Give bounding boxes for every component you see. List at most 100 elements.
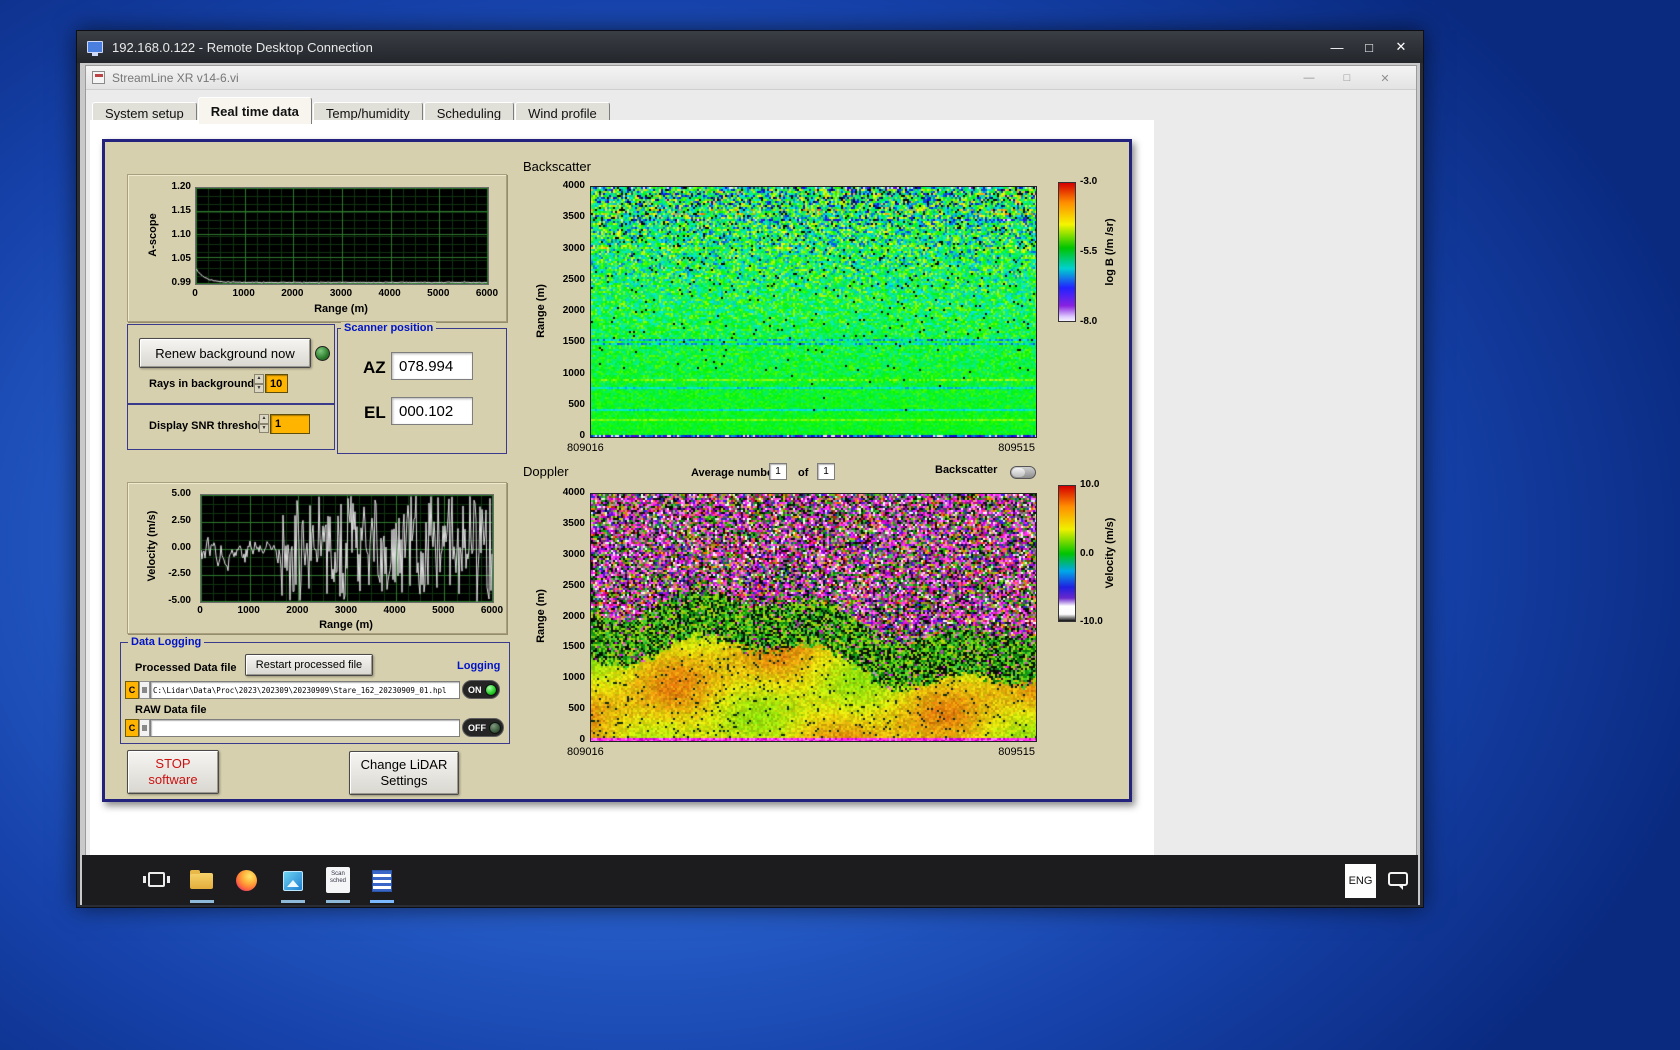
tick-label: -8.0 [1080,316,1098,327]
velocity-plot [200,494,494,603]
language-indicator[interactable]: ENG [1345,864,1376,898]
tick-label: -10.0 [1080,616,1103,627]
rays-spinner[interactable]: ▲ ▼ [254,374,264,393]
backscatter-title: Backscatter [523,159,591,174]
file-explorer-icon[interactable] [190,870,213,889]
tick-label: 1.20 [171,181,191,192]
tick-label: -5.5 [1080,246,1098,257]
firefox-icon[interactable] [236,870,257,891]
processed-browse-icon[interactable] [139,681,150,699]
rdp-titlebar[interactable]: 192.168.0.122 - Remote Desktop Connectio… [77,31,1423,63]
tick-label: 1000 [562,672,585,684]
app-titlebar[interactable]: StreamLine XR v14-6.vi ― □ ✕ [86,66,1416,90]
data-logging-title: Data Logging [128,636,205,648]
tick-label: 2500 [562,273,585,285]
rays-in-background-label: Rays in background [149,378,255,390]
tick-label: 0 [579,430,585,441]
raw-browse-icon[interactable] [139,719,150,737]
tick-label: 1500 [562,336,585,348]
tick-label: 2000 [286,605,309,616]
renew-background-button[interactable]: Renew background now [139,338,311,368]
backscatter-x-end: 809515 [998,442,1035,454]
rays-value-field[interactable]: 10 [265,374,288,393]
raw-logging-toggle[interactable]: OFF [462,718,504,737]
el-label: EL [364,403,386,422]
app-window-icon[interactable] [283,871,303,891]
backscatter-display-switch[interactable] [1010,466,1036,479]
taskbar: Scan sched ENG [82,855,1418,905]
raw-drive-button[interactable]: C [125,719,139,737]
ascope-plot [195,187,489,285]
remote-desktop-icon [87,41,103,56]
scan-scheduler-icon[interactable]: Scan sched [326,867,350,893]
doppler-y-axis-label: Range (m) [535,589,547,643]
doppler-heatmap [590,493,1037,742]
tick-label: 4000 [562,180,585,191]
tick-label: 10.0 [1080,479,1100,490]
rdp-maximize-button[interactable]: □ [1353,36,1385,58]
tick-label: 500 [568,398,585,410]
backscatter-x-start: 809016 [567,442,604,454]
app-minimize-button[interactable]: ― [1290,68,1328,88]
task-view-icon[interactable] [143,872,170,887]
tick-label: 5.00 [171,488,191,499]
az-label: AZ [363,358,386,377]
tick-label: 2.50 [171,514,191,526]
raw-data-file-label: RAW Data file [135,704,207,716]
rdp-minimize-button[interactable]: ― [1321,36,1353,58]
snr-spinner[interactable]: ▲ ▼ [259,414,269,433]
average-number-label: Average number [691,467,778,479]
change-lidar-settings-button[interactable]: Change LiDAR Settings [349,751,459,795]
tick-label: 1000 [237,605,260,616]
backscatter-heatmap [590,186,1037,438]
raw-path-field[interactable] [150,719,460,737]
processed-logging-led [484,683,497,696]
scanner-position-title: Scanner position [341,322,437,334]
snr-value-field[interactable]: 1 [270,414,310,434]
app-restore-button[interactable]: □ [1328,68,1366,88]
tick-label: 1.15 [171,205,191,216]
document-app-open-indicator [370,900,394,903]
tick-label: 0 [197,605,203,616]
tick-label: 6000 [475,288,499,299]
tick-label: 2000 [562,610,585,622]
tick-label: 0 [192,288,198,299]
az-value-field[interactable]: 078.994 [391,352,473,380]
document-app-icon[interactable] [372,870,392,892]
rdp-close-button[interactable]: ✕ [1385,36,1417,58]
average-total-field[interactable]: 1 [817,463,835,480]
stop-software-button[interactable]: STOP software [127,750,219,794]
backscatter-y-axis-label: Range (m) [535,284,547,338]
renew-background-led [315,346,330,361]
processed-path-field[interactable]: C:\Lidar\Data\Proc\2023\202309\20230909\… [150,681,460,699]
velocity-x-axis-label: Range (m) [319,619,373,631]
backscatter-y-ticks: 4000 3500 3000 2500 2000 1500 1000 500 0 [547,181,585,441]
restart-processed-file-button[interactable]: Restart processed file [245,654,373,676]
el-value-field[interactable]: 000.102 [391,397,473,425]
app-close-button[interactable]: ✕ [1366,68,1404,88]
tick-label: -2.50 [168,568,191,580]
ascope-y-ticks: 1.20 1.15 1.10 1.05 0.99 [155,182,191,288]
velocity-x-ticks: 0 1000 2000 3000 4000 5000 6000 [184,605,508,616]
app-title: StreamLine XR v14-6.vi [112,70,239,85]
doppler-title: Doppler [523,464,569,479]
tick-label: -3.0 [1080,176,1098,187]
processed-logging-toggle[interactable]: ON [462,680,500,699]
of-label: of [798,467,809,479]
tick-label: 1000 [232,288,255,299]
tab-real-time-data[interactable]: Real time data [197,97,312,124]
doppler-y-ticks: 4000 3500 3000 2500 2000 1500 1000 500 0 [547,488,585,745]
logging-label: Logging [457,660,501,672]
file-explorer-open-indicator [190,900,214,903]
tick-label: 3000 [329,288,353,299]
tick-label: 500 [568,703,585,715]
velocity-y-ticks: 5.00 2.50 0.00 -2.50 -5.00 [153,489,191,606]
rdp-title: 192.168.0.122 - Remote Desktop Connectio… [112,39,373,55]
average-number-field[interactable]: 1 [769,463,787,480]
scanner-position-groupbox [337,328,507,454]
notifications-icon[interactable] [1388,872,1408,890]
processed-data-file-label: Processed Data file [135,662,237,674]
tick-label: 3500 [562,517,585,529]
tick-label: 4000 [562,487,585,498]
processed-drive-button[interactable]: C [125,681,139,699]
